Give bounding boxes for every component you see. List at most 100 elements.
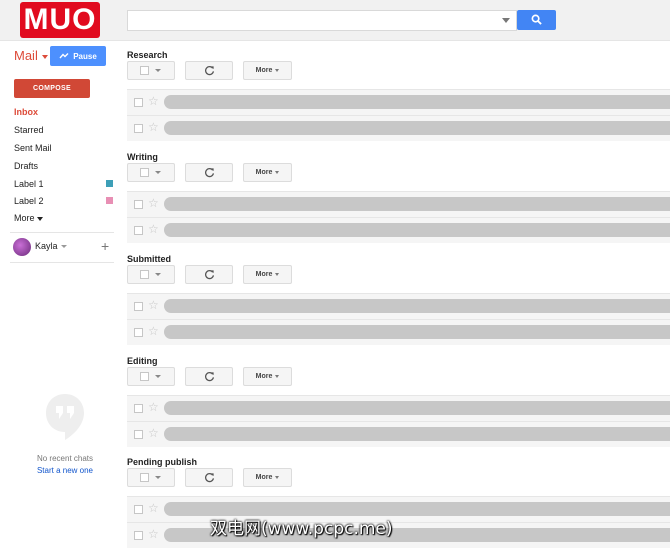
sidebar-divider xyxy=(10,262,114,263)
watermark-text: 双电网(www.pcpc.me) xyxy=(210,519,393,539)
sidebar-item-label-1[interactable]: Label 1 xyxy=(14,179,44,189)
checkbox-icon xyxy=(140,270,149,279)
avatar xyxy=(13,238,31,256)
section-research: Research More ☆ ☆ xyxy=(127,50,670,145)
star-icon[interactable]: ☆ xyxy=(148,501,159,515)
more-button[interactable]: More xyxy=(243,265,292,284)
row-checkbox[interactable] xyxy=(134,98,143,107)
mail-switcher[interactable]: Mail xyxy=(14,48,48,63)
section-pending-publish: Pending publish More ☆ ☆ xyxy=(127,457,670,552)
chevron-down-icon xyxy=(275,273,280,276)
select-button[interactable] xyxy=(127,367,175,386)
refresh-button[interactable] xyxy=(185,468,233,487)
list-item[interactable]: ☆ xyxy=(127,115,670,141)
checkbox-icon xyxy=(140,372,149,381)
list-item[interactable]: ☆ xyxy=(127,191,670,217)
star-icon[interactable]: ☆ xyxy=(148,120,159,134)
more-button[interactable]: More xyxy=(243,163,292,182)
select-button[interactable] xyxy=(127,61,175,80)
select-button[interactable] xyxy=(127,163,175,182)
chevron-down-icon xyxy=(275,375,280,378)
search-button[interactable] xyxy=(517,10,556,30)
more-button[interactable]: More xyxy=(243,61,292,80)
select-button[interactable] xyxy=(127,265,175,284)
sidebar-item-more[interactable]: More xyxy=(14,213,43,223)
more-label: More xyxy=(255,373,273,380)
row-checkbox[interactable] xyxy=(134,430,143,439)
chevron-down-icon xyxy=(155,375,161,378)
pause-button[interactable]: Pause xyxy=(50,46,106,66)
redacted-message xyxy=(164,197,670,211)
star-icon[interactable]: ☆ xyxy=(148,324,159,338)
redacted-message xyxy=(164,401,670,415)
refresh-button[interactable] xyxy=(185,163,233,182)
row-checkbox[interactable] xyxy=(134,226,143,235)
chevron-down-icon xyxy=(275,476,280,479)
star-icon[interactable]: ☆ xyxy=(148,298,159,312)
sidebar-item-starred[interactable]: Starred xyxy=(14,125,44,135)
star-icon[interactable]: ☆ xyxy=(148,527,159,541)
sidebar-item-label-2[interactable]: Label 2 xyxy=(14,196,44,206)
select-button[interactable] xyxy=(127,468,175,487)
sidebar-item-inbox[interactable]: Inbox xyxy=(14,107,38,117)
redacted-message xyxy=(164,427,670,441)
redacted-message xyxy=(164,299,670,313)
refresh-button[interactable] xyxy=(185,61,233,80)
section-submitted: Submitted More ☆ ☆ xyxy=(127,254,670,349)
row-checkbox[interactable] xyxy=(134,328,143,337)
start-new-chat-link[interactable]: Start a new one xyxy=(0,466,130,475)
row-checkbox[interactable] xyxy=(134,302,143,311)
section-title: Writing xyxy=(127,152,158,162)
hangouts-user[interactable]: Kayla + xyxy=(13,237,113,257)
mail-label: Mail xyxy=(14,48,38,63)
star-icon[interactable]: ☆ xyxy=(148,426,159,440)
refresh-button[interactable] xyxy=(185,367,233,386)
row-checkbox[interactable] xyxy=(134,404,143,413)
list-item[interactable]: ☆ xyxy=(127,421,670,447)
label-2-color-swatch xyxy=(106,197,113,204)
refresh-button[interactable] xyxy=(185,265,233,284)
compose-button[interactable]: COMPOSE xyxy=(14,79,90,98)
more-label: More xyxy=(14,213,35,223)
search-input[interactable] xyxy=(127,10,517,31)
sidebar-item-sent-mail[interactable]: Sent Mail xyxy=(14,143,52,153)
more-label: More xyxy=(255,271,273,278)
star-icon[interactable]: ☆ xyxy=(148,196,159,210)
row-checkbox[interactable] xyxy=(134,531,143,540)
star-icon[interactable]: ☆ xyxy=(148,400,159,414)
checkbox-icon xyxy=(140,66,149,75)
list-item[interactable]: ☆ xyxy=(127,522,670,548)
list-item[interactable]: ☆ xyxy=(127,319,670,345)
chevron-down-icon xyxy=(155,273,161,276)
search-options-caret-icon[interactable] xyxy=(502,18,510,23)
pause-label: Pause xyxy=(73,51,97,61)
row-checkbox[interactable] xyxy=(134,200,143,209)
list-item[interactable]: ☆ xyxy=(127,395,670,421)
star-icon[interactable]: ☆ xyxy=(148,94,159,108)
more-button[interactable]: More xyxy=(243,468,292,487)
checkbox-icon xyxy=(140,473,149,482)
sidebar-item-drafts[interactable]: Drafts xyxy=(14,161,38,171)
star-icon[interactable]: ☆ xyxy=(148,222,159,236)
redacted-message xyxy=(164,223,670,237)
section-title: Pending publish xyxy=(127,457,197,467)
muo-logo[interactable]: MUO xyxy=(20,2,100,38)
list-item[interactable]: ☆ xyxy=(127,89,670,115)
list-item[interactable]: ☆ xyxy=(127,217,670,243)
redacted-message xyxy=(164,95,670,109)
row-checkbox[interactable] xyxy=(134,124,143,133)
search-icon xyxy=(531,14,542,25)
hangouts-icon xyxy=(46,394,84,440)
refresh-icon xyxy=(205,66,215,76)
row-checkbox[interactable] xyxy=(134,505,143,514)
chevron-down-icon xyxy=(155,476,161,479)
section-title: Submitted xyxy=(127,254,171,264)
plus-icon[interactable]: + xyxy=(101,238,109,254)
sidebar-divider xyxy=(10,232,114,233)
list-item[interactable]: ☆ xyxy=(127,496,670,522)
more-label: More xyxy=(255,474,273,481)
chevron-down-icon[interactable] xyxy=(61,245,67,248)
more-button[interactable]: More xyxy=(243,367,292,386)
more-label: More xyxy=(255,67,273,74)
list-item[interactable]: ☆ xyxy=(127,293,670,319)
